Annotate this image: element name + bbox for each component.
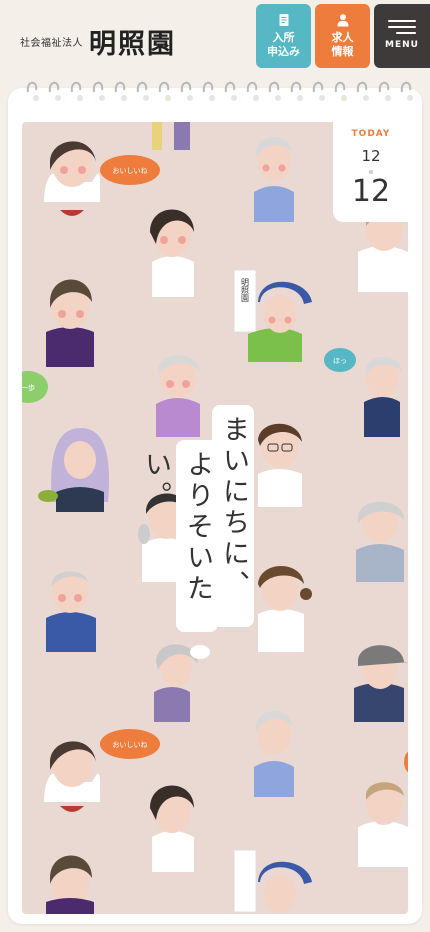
catch-copy-line-2: よりそいたい。: [140, 440, 218, 632]
person-figure: [258, 566, 312, 652]
person-icon: [337, 14, 348, 27]
hamburger-icon: [388, 20, 416, 35]
person-figure: [150, 785, 194, 872]
person-figure: [254, 711, 294, 797]
site-name: 明照園: [89, 29, 176, 60]
site-logo[interactable]: 社会福祉法人 明照園: [20, 22, 176, 61]
person-figure: [46, 855, 94, 914]
calendar-rings: [26, 81, 413, 101]
person-figure: [150, 209, 194, 297]
person-figure: [254, 137, 294, 222]
admission-application-button[interactable]: 入所 申込み: [256, 4, 311, 68]
today-label: TODAY: [351, 129, 391, 139]
person-figure: [258, 423, 302, 507]
person-figure: [358, 782, 408, 867]
corporation-label: 社会福祉法人: [20, 38, 83, 49]
person-figure: [46, 279, 94, 367]
speech-bubble-text-3: 一歩: [22, 383, 35, 392]
sign-text: 明照園: [241, 278, 250, 303]
apply-label-line1: 入所: [272, 31, 295, 45]
person-figure: [354, 645, 408, 722]
recruit-label-line1: 求人: [331, 31, 354, 45]
person-figure: [364, 356, 402, 437]
today-month: 12: [361, 147, 381, 165]
person-figure: [44, 741, 101, 812]
menu-button[interactable]: MENU: [374, 4, 430, 68]
speech-bubble-text-2: ほっ: [333, 357, 347, 365]
catch-copy-line-1: まいにちに、: [212, 405, 254, 627]
menu-label: MENU: [385, 40, 419, 51]
apply-label-line2: 申込み: [267, 45, 300, 58]
today-date-badge: TODAY 12 12: [333, 118, 409, 222]
recruit-label-line2: 情報: [331, 45, 354, 58]
person-figure: [156, 355, 200, 437]
speech-bubble-text-4: おいしいね: [113, 741, 148, 749]
document-icon: [279, 14, 288, 27]
speech-bubble-text-1: おいしいね: [113, 167, 148, 175]
today-day: 12: [351, 174, 391, 209]
recruit-info-button[interactable]: 求人 情報: [315, 4, 370, 68]
person-figure: [44, 141, 101, 216]
person-with-sign: [233, 849, 312, 913]
person-figure: [38, 428, 109, 512]
person-figure: [154, 644, 210, 722]
person-figure: [356, 501, 404, 582]
site-header: 社会福祉法人 明照園 入所 申込み 求人 情報 MENU: [0, 0, 430, 70]
person-figure: [46, 571, 96, 652]
